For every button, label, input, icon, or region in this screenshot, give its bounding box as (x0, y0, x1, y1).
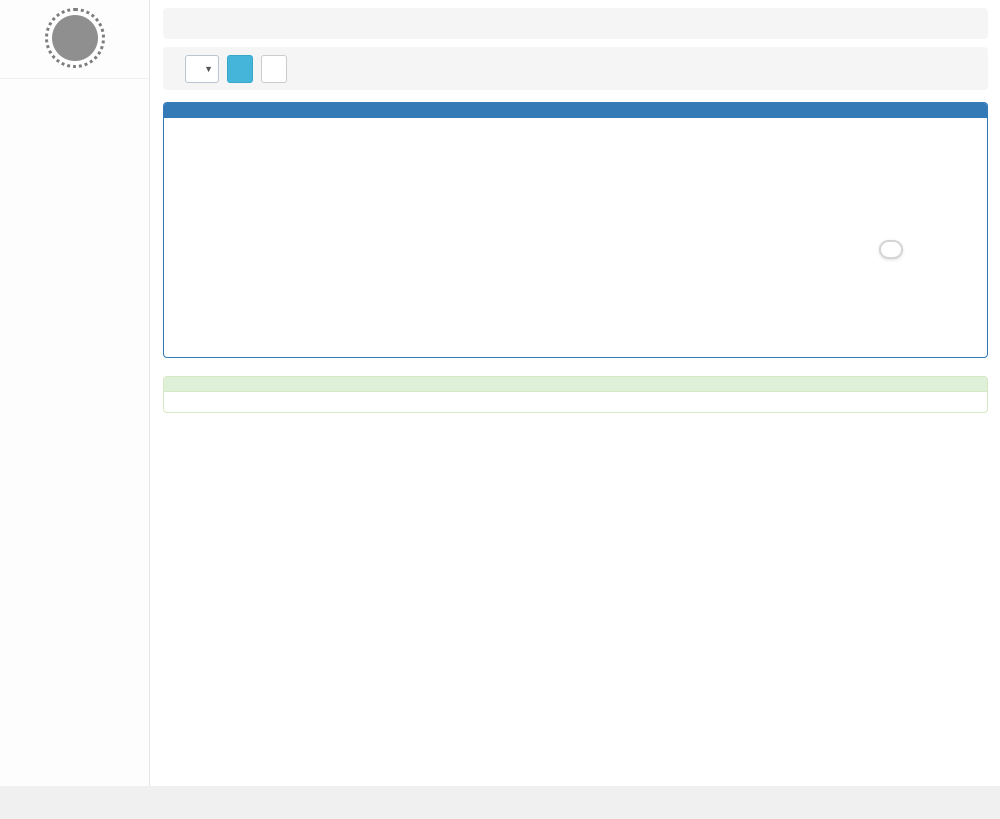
detail-report-panel (163, 376, 988, 413)
logo (0, 0, 149, 68)
report-filter-bar: ▼ (163, 47, 988, 90)
breadcrumb (163, 8, 988, 39)
logo-badge-icon (45, 8, 105, 68)
page-footer (0, 786, 1000, 819)
year-select[interactable] (185, 55, 219, 83)
profit-chart-panel (163, 102, 988, 358)
detail-table-body (164, 392, 987, 412)
current-year-button[interactable] (261, 55, 287, 83)
main-content: ▼ (151, 0, 1000, 413)
profit-line-chart[interactable] (172, 126, 979, 346)
year-select-wrap: ▼ (185, 55, 219, 83)
chart-body (164, 118, 987, 357)
chart-panel-title (164, 103, 987, 118)
chart-tooltip (879, 240, 903, 259)
sidebar-nav (0, 78, 149, 79)
detail-panel-title (164, 377, 987, 392)
view-report-button[interactable] (227, 55, 253, 83)
sidebar (0, 0, 150, 786)
